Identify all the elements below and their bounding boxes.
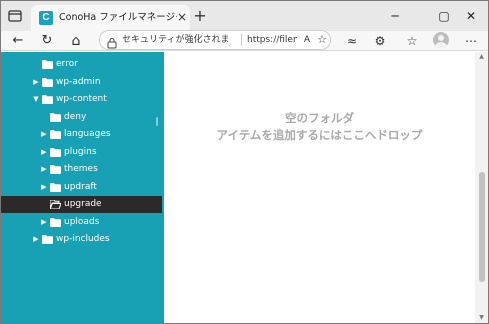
- folder-icon: [42, 78, 53, 87]
- folder-icon: [50, 130, 61, 139]
- tree-item-label: uploads: [64, 217, 100, 227]
- tree-item-label: plugins: [64, 147, 97, 157]
- tree-item-label: upgrade: [64, 199, 102, 209]
- title-bar: C ConoHa ファイルマネージャー × + ─ ▢ ✕: [1, 1, 488, 31]
- browser-window: C ConoHa ファイルマネージャー × + ─ ▢ ✕ ← ↻ ⌂ セキュリ…: [0, 0, 489, 324]
- folder-icon: [50, 113, 61, 122]
- folder-icon: [42, 235, 53, 244]
- folder-icon: [50, 183, 61, 192]
- scroll-up-icon[interactable]: ▲: [478, 53, 485, 60]
- folder-open-icon: [50, 200, 61, 209]
- caret-down-icon[interactable]: ▼: [32, 91, 40, 108]
- tree-item-label: error: [56, 59, 78, 69]
- tree-item-label: updraft: [64, 182, 97, 192]
- caret-right-icon[interactable]: ▶: [40, 179, 48, 196]
- caret-right-icon[interactable]: ▶: [32, 74, 40, 91]
- address-bar[interactable]: セキュリティが強化されま https://filem... A ☆: [99, 30, 331, 50]
- page-content: error ▶ wp-admin ▼ wp-content deny ▶ languages ▶…: [1, 52, 488, 323]
- tree-item-updraft[interactable]: ▶ updraft: [1, 179, 164, 196]
- tab-title: ConoHa ファイルマネージャー: [59, 12, 177, 23]
- drop-hint-text: アイテムを追加するにはここへドロップ: [216, 128, 423, 142]
- tree-item-deny[interactable]: deny: [1, 109, 164, 126]
- scroll-thumb[interactable]: [479, 172, 485, 282]
- caret-right-icon[interactable]: ▶: [40, 126, 48, 143]
- tree-item-label: wp-includes: [56, 234, 110, 244]
- page-scrollbar[interactable]: ▲ ▼: [475, 52, 488, 323]
- folder-icon: [50, 148, 61, 157]
- tree-item-languages[interactable]: ▶ languages: [1, 126, 164, 143]
- extensions-icon[interactable]: ⚙: [371, 32, 389, 50]
- maximize-button[interactable]: ▢: [429, 5, 459, 27]
- tree-item-wp-includes[interactable]: ▶ wp-includes: [1, 231, 164, 248]
- folder-icon: [50, 165, 61, 174]
- close-window-button[interactable]: ✕: [456, 5, 486, 27]
- more-icon[interactable]: ⋯: [462, 32, 480, 50]
- tree-item-error[interactable]: error: [1, 56, 164, 73]
- back-icon[interactable]: ←: [9, 32, 27, 50]
- tab-close-icon[interactable]: ×: [176, 10, 188, 24]
- caret-right-icon[interactable]: ▶: [40, 161, 48, 178]
- tree-item-themes[interactable]: ▶ themes: [1, 161, 164, 178]
- tracking-prevention-icon[interactable]: ≈: [343, 32, 361, 50]
- file-list-panel[interactable]: 空のフォルダ アイテムを追加するにはここへドロップ: [164, 52, 475, 323]
- tree-item-upgrade[interactable]: upgrade: [1, 196, 162, 213]
- new-tab-button[interactable]: +: [192, 7, 208, 25]
- caret-right-icon[interactable]: ▶: [40, 144, 48, 161]
- tree-item-label: wp-admin: [56, 77, 101, 87]
- scroll-down-icon[interactable]: ▼: [478, 314, 485, 321]
- favorites-icon[interactable]: ☆: [403, 32, 421, 50]
- minimize-button[interactable]: ─: [380, 5, 410, 27]
- refresh-icon[interactable]: ↻: [38, 32, 56, 50]
- folder-icon: [50, 218, 61, 227]
- favorite-add-icon[interactable]: ☆: [315, 33, 329, 47]
- folder-icon: [42, 95, 53, 104]
- tree-item-uploads[interactable]: ▶ uploads: [1, 214, 164, 231]
- tree-item-wp-content[interactable]: ▼ wp-content: [1, 91, 164, 108]
- empty-folder-title: 空のフォルダ: [285, 111, 354, 125]
- tree-item-label: languages: [64, 129, 111, 139]
- tree-item-plugins[interactable]: ▶ plugins: [1, 144, 164, 161]
- profile-avatar-icon[interactable]: [433, 32, 449, 48]
- security-status-text: セキュリティが強化されま: [122, 35, 230, 45]
- tree-item-label: wp-content: [56, 94, 107, 104]
- home-icon[interactable]: ⌂: [67, 32, 85, 50]
- address-divider: [241, 34, 242, 46]
- folder-tree-sidebar: error ▶ wp-admin ▼ wp-content deny ▶ languages ▶…: [1, 52, 164, 323]
- lock-icon[interactable]: [106, 34, 118, 49]
- tree-item-wp-admin[interactable]: ▶ wp-admin: [1, 74, 164, 91]
- read-aloud-icon[interactable]: A: [300, 33, 314, 47]
- browser-toolbar: ← ↻ ⌂ セキュリティが強化されま https://filem... A ☆ …: [1, 30, 488, 51]
- conoha-favicon-icon: C: [39, 11, 53, 25]
- caret-right-icon[interactable]: ▶: [40, 214, 48, 231]
- caret-right-icon[interactable]: ▶: [32, 231, 40, 248]
- tree-item-label: themes: [64, 164, 98, 174]
- tab-actions-icon[interactable]: [7, 8, 23, 24]
- browser-tab[interactable]: C ConoHa ファイルマネージャー ×: [31, 5, 190, 31]
- folder-icon: [42, 60, 53, 69]
- url-text[interactable]: https://filem...: [247, 34, 297, 47]
- tree-item-label: deny: [64, 112, 87, 122]
